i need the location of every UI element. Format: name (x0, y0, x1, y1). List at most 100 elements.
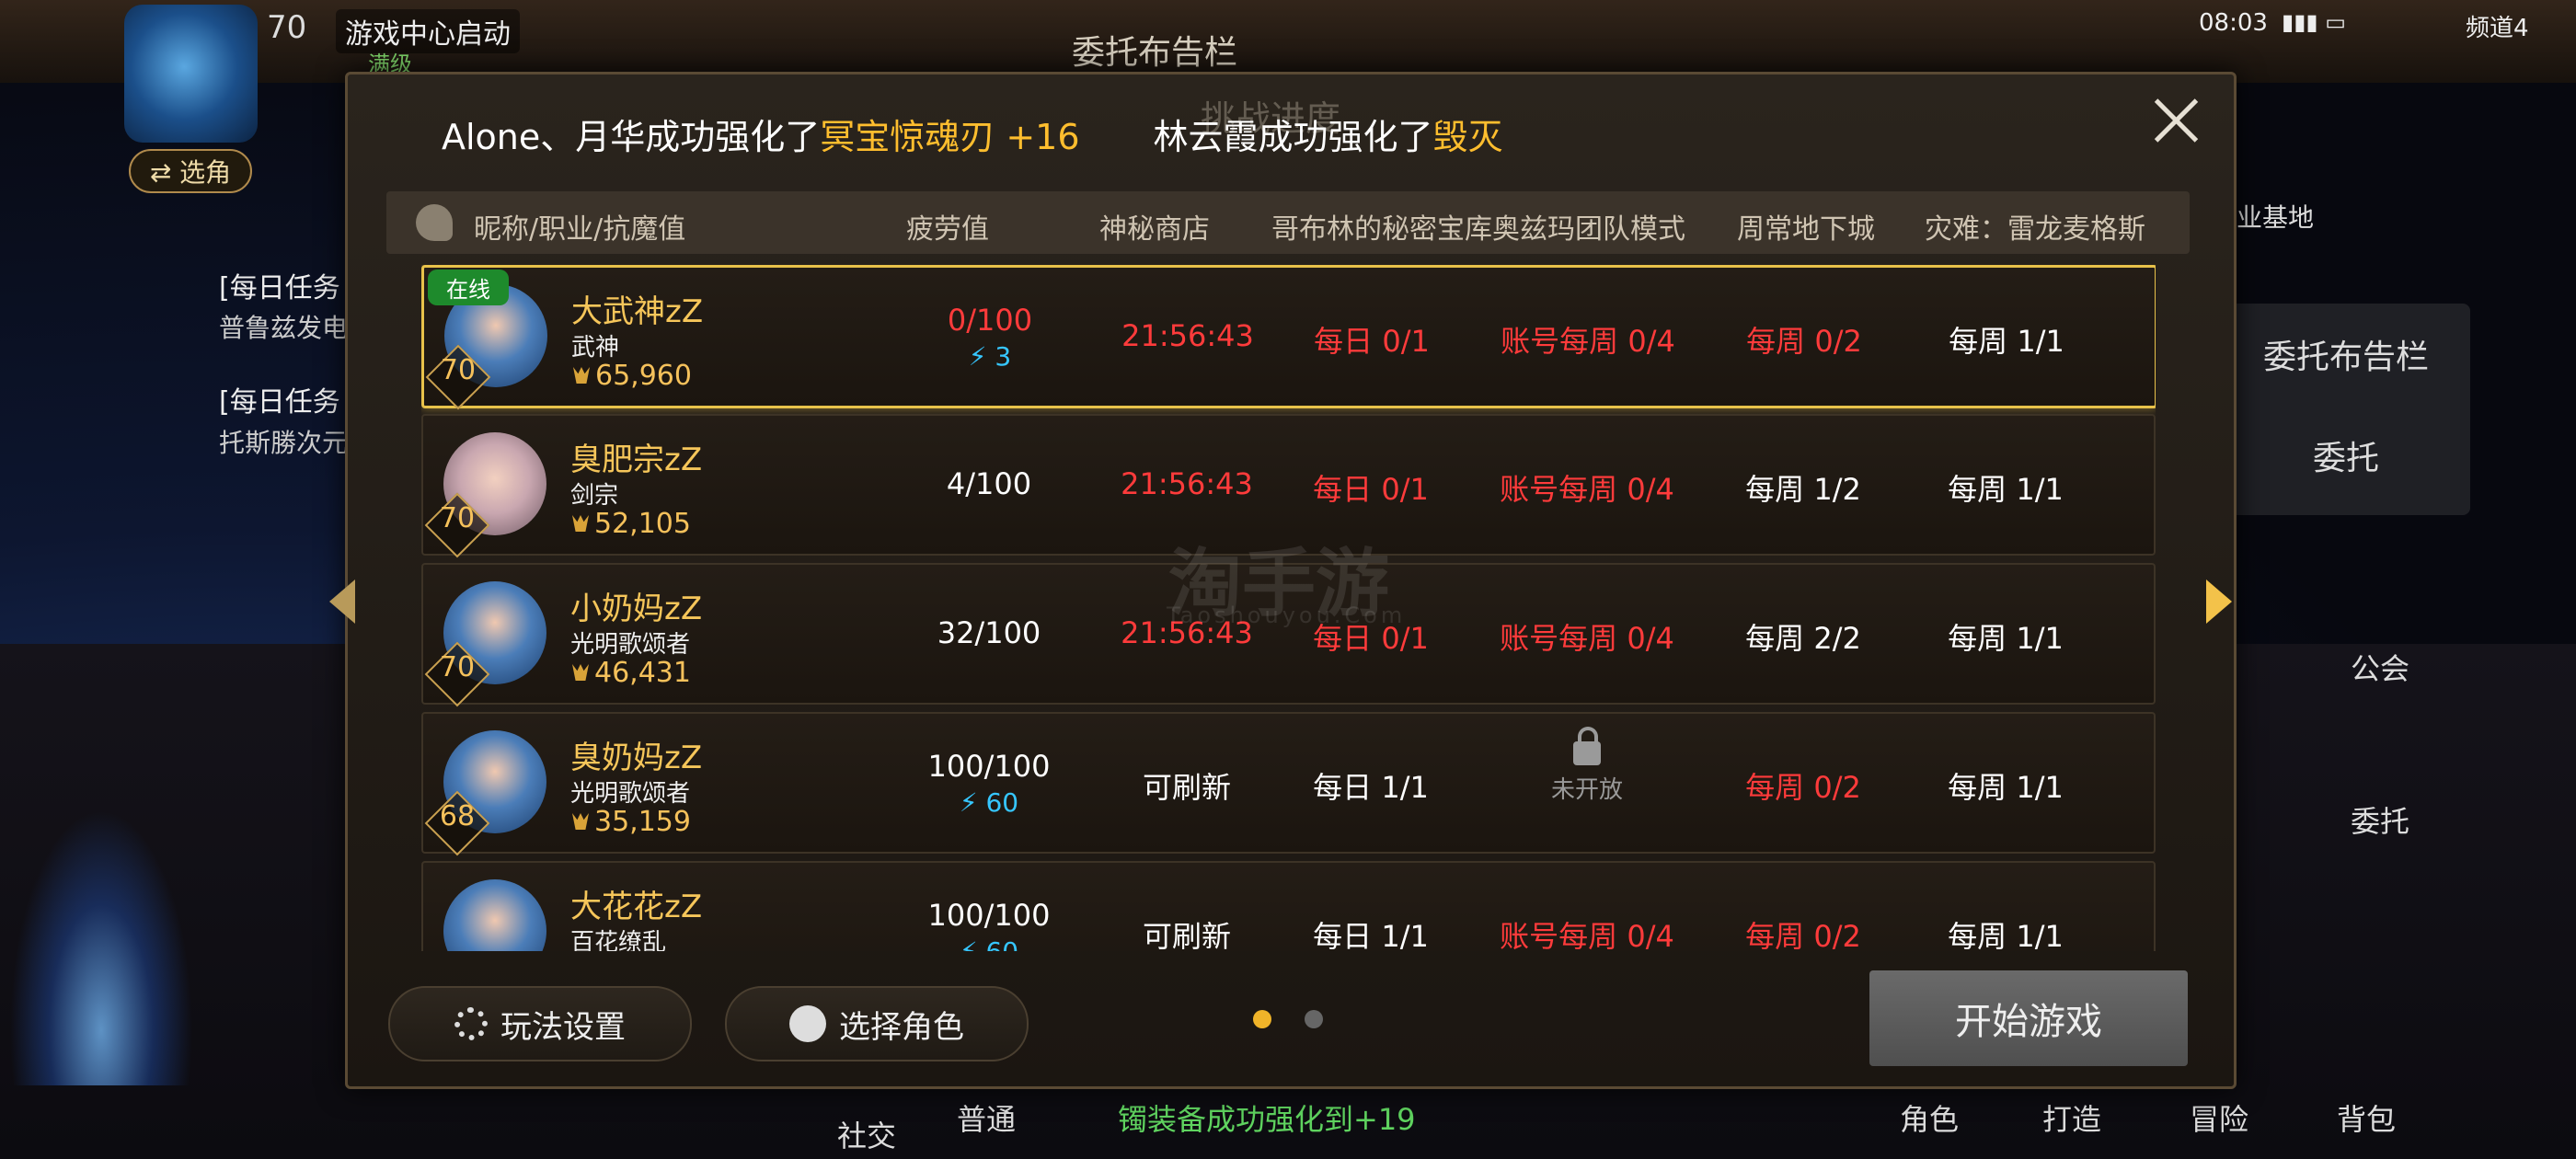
ozma-locked: 未开放 (1472, 727, 1702, 805)
character-row[interactable]: 68 臭奶妈zZ 光明歌颂者 35,159 100/100 ⚡ 60 可刷新 每… (421, 712, 2156, 856)
weekly-count: 每周 2/2 (1745, 621, 1861, 656)
col-ozma: 奥兹玛团队模式 (1492, 213, 1685, 246)
character-name: 大花花zZ (570, 889, 703, 925)
character-job: 武神 (571, 334, 620, 361)
bottom-normal[interactable]: 普通 (957, 1096, 1016, 1139)
character-icon (789, 1005, 826, 1042)
crown-icon (572, 813, 589, 830)
gear-icon (454, 1007, 488, 1040)
character-power: 65,960 (595, 360, 692, 392)
character-name: 臭肥宗zZ (570, 442, 703, 478)
character-name: 臭奶妈zZ (570, 740, 703, 776)
col-disaster: 灾难：雷龙麦格斯 (1925, 213, 2145, 246)
portal-glow (9, 809, 193, 1085)
character-level: 70 (439, 502, 476, 534)
character-row[interactable]: 大花花zZ 百花缭乱 100/100 ⚡ 60 可刷新 每日 1/1 账号每周 … (421, 861, 2156, 951)
bolt-value: ⚡ 3 (968, 341, 1012, 372)
col-weekly: 周常地下城 (1737, 213, 1875, 246)
shop-timer: 21:56:43 (1121, 318, 1254, 353)
disaster-count: 每周 1/1 (1948, 770, 2064, 805)
player-avatar[interactable] (124, 5, 258, 143)
character-power: 35,159 (594, 806, 691, 838)
prev-page-icon[interactable] (329, 580, 355, 624)
crown-icon (572, 664, 589, 681)
fatigue-value: 0/100 (947, 303, 1033, 338)
ozma-count: 账号每周 0/4 (1500, 621, 1674, 656)
shop-timer: 可刷新 (1142, 770, 1231, 805)
fatigue-shoe-icon (416, 204, 453, 241)
bottom-bag[interactable]: 背包 (2337, 1096, 2396, 1139)
side-task-2-title[interactable]: [每日任务 (219, 379, 340, 419)
disaster-count: 每周 1/1 (1948, 472, 2064, 507)
page-dot[interactable] (1305, 1010, 1323, 1028)
character-level: 70 (439, 651, 476, 683)
ozma-count: 账号每周 0/4 (1501, 324, 1675, 359)
bottom-character[interactable]: 角色 (1900, 1096, 1959, 1139)
col-nickname: 昵称/职业/抗魔值 (474, 213, 686, 246)
character-level: 68 (439, 800, 476, 832)
ozma-count: 账号每周 0/4 (1500, 472, 1674, 507)
select-character-button[interactable]: 选择角色 (725, 986, 1029, 1061)
shop-timer: 21:56:43 (1121, 466, 1253, 501)
fatigue-value: 4/100 (946, 466, 1032, 501)
game-center-badge[interactable]: 游戏中心启动 (336, 9, 520, 53)
character-name: 小奶妈zZ (570, 591, 703, 627)
bolt-value: ⚡ 60 (959, 787, 1019, 818)
character-name: 大武神zZ (571, 293, 704, 330)
news-ticker: Alone、月华成功强化了冥宝惊魂刃 +16 林云霞成功强化了毁灭 (442, 101, 1822, 166)
disaster-count: 每周 1/1 (1948, 919, 2064, 951)
guild-icon-label[interactable]: 公会 (2351, 646, 2409, 688)
character-row[interactable]: 70 在线 大武神zZ 武神 65,960 0/100 ⚡ 3 21:56:43… (421, 265, 2156, 410)
weekly-count: 每周 0/2 (1745, 919, 1861, 951)
bottom-craft[interactable]: 打造 (2042, 1096, 2101, 1139)
ozma-count: 账号每周 0/4 (1500, 919, 1674, 951)
character-power: 52,105 (594, 508, 691, 540)
crown-icon (572, 515, 589, 532)
page-dot-active[interactable] (1253, 1010, 1271, 1028)
character-job: 光明歌颂者 (570, 631, 691, 659)
signal-battery-icon: ▮▮▮ ▭ (2282, 9, 2346, 35)
clock: 08:03 (2199, 9, 2268, 37)
character-job: 百花缭乱 (570, 929, 667, 951)
switch-character-button[interactable]: ⇄ 选角 (129, 149, 252, 193)
col-goblin: 哥布林的秘密宝库 (1271, 213, 1492, 246)
bolt-value: ⚡ 60 (906, 936, 1072, 951)
settings-button[interactable]: 玩法设置 (388, 986, 692, 1061)
goblin-count: 每日 0/1 (1314, 324, 1430, 359)
fatigue-value: 100/100 (927, 898, 1051, 933)
fatigue-value: 100/100 (927, 749, 1051, 784)
goblin-count: 每日 0/1 (1313, 472, 1429, 507)
menu-commission[interactable]: 委托 (2222, 405, 2470, 506)
next-page-icon[interactable] (2206, 580, 2232, 624)
character-job: 剑宗 (570, 482, 619, 510)
character-power: 46,431 (594, 657, 691, 689)
col-shop: 神秘商店 (1099, 213, 1210, 246)
weekly-count: 每周 0/2 (1745, 770, 1861, 805)
goblin-count: 每日 1/1 (1313, 919, 1429, 951)
ticker-item: 林云霞成功强化了毁灭 (1153, 116, 1503, 157)
bottom-adventure[interactable]: 冒险 (2190, 1096, 2248, 1139)
character-level: 70 (440, 354, 477, 386)
start-game-button[interactable]: 开始游戏 (1869, 970, 2188, 1066)
close-icon[interactable] (2148, 92, 2203, 147)
weekly-count: 每周 1/2 (1745, 472, 1861, 507)
select-character-label: 选择角色 (839, 1008, 964, 1046)
side-task-1-title[interactable]: [每日任务 (219, 265, 340, 305)
col-fatigue: 疲劳值 (906, 213, 989, 246)
settings-label: 玩法设置 (500, 1008, 626, 1046)
commission-icon-label[interactable]: 委托 (2351, 798, 2409, 841)
character-avatar (443, 879, 546, 951)
menu-board[interactable]: 委托布告栏 (2222, 304, 2470, 405)
bottom-social[interactable]: 社交 (837, 1113, 896, 1155)
channel-label[interactable]: 频道4 (2466, 9, 2529, 43)
weekly-count: 每周 0/2 (1746, 324, 1862, 359)
fatigue-value: 32/100 (937, 615, 1041, 650)
side-task-2-sub: 托斯勝次元 (219, 428, 349, 458)
crown-icon (573, 367, 590, 384)
character-job: 光明歌颂者 (570, 780, 691, 808)
shop-timer: 可刷新 (1142, 919, 1231, 951)
bottom-news: 镯装备成功强化到+19 (1118, 1102, 1416, 1137)
online-badge: 在线 (428, 270, 509, 305)
disaster-count: 每周 1/1 (1948, 621, 2064, 656)
side-task-1-sub: 普鲁兹发电 (219, 313, 349, 343)
